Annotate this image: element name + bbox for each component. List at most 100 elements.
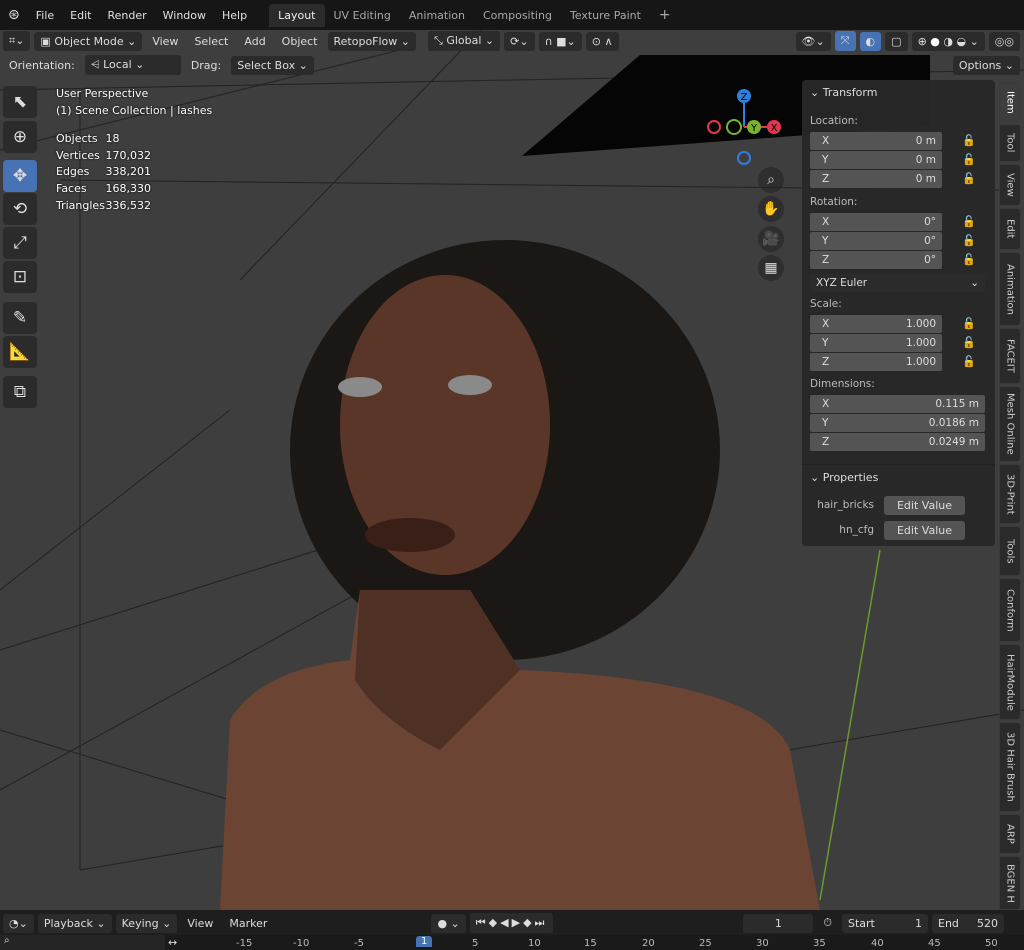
scale-y-field[interactable]: Y 1.000 [810, 334, 942, 352]
next-keyframe-icon[interactable]: ◆ [523, 916, 534, 929]
scale-z-field[interactable]: Z 1.000 [810, 353, 942, 371]
workspace-tab-uv-editing[interactable]: UV Editing [325, 4, 400, 27]
xray-toggle-icon[interactable]: ▢ [885, 31, 908, 51]
jump-end-icon[interactable]: ⏭ [535, 916, 548, 929]
sidebar-tab-conform[interactable]: Conform [999, 578, 1021, 642]
annotate-tool-icon[interactable]: ✎ [3, 302, 37, 334]
start-frame-field[interactable]: Start 1 [842, 913, 928, 933]
blender-logo-icon[interactable]: ⊛ [0, 7, 28, 23]
lock-icon[interactable]: 🔓 [962, 336, 976, 349]
add-workspace-button[interactable]: + [650, 2, 680, 28]
swap-arrows-icon[interactable]: ↔ [168, 936, 177, 949]
scale-x-field[interactable]: X 1.000 [810, 315, 942, 333]
edit-value-button[interactable]: Edit Value [884, 521, 965, 540]
pan-view-icon[interactable]: ✋ [758, 196, 784, 222]
playback-menu[interactable]: Playback ⌄ [37, 913, 112, 933]
gizmo-toggle-icon[interactable]: ⤧ [834, 31, 856, 51]
move-tool-icon[interactable]: ✥ [3, 160, 37, 192]
drag-select[interactable]: Select Box ⌄ [231, 55, 314, 75]
menu-view[interactable]: View [146, 32, 184, 51]
timeline-view-menu[interactable]: View [181, 914, 219, 933]
play-icon[interactable]: ▶ [512, 916, 523, 929]
menu-edit[interactable]: Edit [62, 9, 99, 22]
sidebar-tab-hairmodule[interactable]: HairModule [999, 644, 1021, 720]
lock-icon[interactable]: 🔓 [962, 172, 976, 185]
cursor-tool-icon[interactable]: ⊕ [3, 121, 37, 153]
select-tool-icon[interactable]: ⬉ [3, 86, 37, 118]
lock-icon[interactable]: 🔓 [962, 215, 976, 228]
sidebar-tab-item[interactable]: Item [999, 82, 1021, 122]
current-frame-indicator[interactable]: 1 [416, 936, 433, 947]
perspective-toggle-icon[interactable]: ▦ [758, 255, 784, 281]
rotation-z-field[interactable]: Z 0° [810, 251, 942, 269]
menu-select[interactable]: Select [188, 32, 234, 51]
prev-keyframe-icon[interactable]: ◆ [489, 916, 500, 929]
lock-icon[interactable]: 🔓 [962, 355, 976, 368]
retopoflow-menu[interactable]: RetopoFlow ⌄ [327, 31, 417, 51]
search-icon[interactable]: ⌕ [0, 935, 165, 950]
dimensions-z-field[interactable]: Z 0.0249 m [810, 433, 985, 451]
location-x-field[interactable]: X 0 m [810, 132, 942, 150]
sidebar-tab-3d-print[interactable]: 3D-Print [999, 464, 1021, 524]
rotation-x-field[interactable]: X 0° [810, 213, 942, 231]
menu-window[interactable]: Window [155, 9, 214, 22]
edit-value-button[interactable]: Edit Value [884, 496, 965, 515]
dimensions-x-field[interactable]: X 0.115 m [810, 395, 985, 413]
rotate-tool-icon[interactable]: ⟲ [3, 193, 37, 225]
rotation-mode-select[interactable]: XYZ Euler ⌄ [810, 274, 985, 292]
scale-tool-icon[interactable]: ⤢ [3, 227, 37, 259]
options-button[interactable]: Options ⌄ [952, 55, 1020, 75]
location-y-field[interactable]: Y 0 m [810, 151, 942, 169]
mode-select[interactable]: ▣ Object Mode ⌄ [34, 31, 143, 51]
menu-add[interactable]: Add [238, 32, 271, 51]
sidebar-tab-faceit[interactable]: FACEIT [999, 328, 1021, 384]
sidebar-tab-edit[interactable]: Edit [999, 208, 1021, 250]
stopwatch-icon[interactable]: ⏱ [817, 913, 838, 933]
workspace-tab-texture-paint[interactable]: Texture Paint [561, 4, 650, 27]
sidebar-tab-view[interactable]: View [999, 164, 1021, 206]
lock-icon[interactable]: 🔓 [962, 134, 976, 147]
sidebar-tab-mesh-online[interactable]: Mesh Online [999, 386, 1021, 462]
keying-menu[interactable]: Keying ⌄ [115, 913, 178, 933]
solid-shading-icon[interactable]: ● [930, 35, 940, 48]
properties-panel-header[interactable]: ⌄ Properties [802, 464, 995, 490]
playback-controls[interactable]: ⏮◆◀▶◆⏭ [469, 913, 554, 933]
transform-tool-icon[interactable]: ⊡ [3, 261, 37, 293]
jump-start-icon[interactable]: ⏮ [476, 916, 489, 929]
sidebar-tab-arp[interactable]: ARP [999, 814, 1021, 854]
transform-panel-header[interactable]: ⌄ Transform [802, 80, 995, 105]
overlay-toggle-icon[interactable]: ◐ [859, 31, 882, 51]
sidebar-tab-bgen[interactable]: BGEN H [999, 856, 1021, 910]
menu-render[interactable]: Render [99, 9, 154, 22]
sidebar-tab-animation[interactable]: Animation [999, 252, 1021, 326]
snap-icon[interactable]: ∩ ■⌄ [538, 31, 582, 51]
auto-keying-toggle-icon[interactable]: ● ⌄ [431, 913, 466, 933]
workspace-tab-compositing[interactable]: Compositing [474, 4, 561, 27]
end-frame-field[interactable]: End 520 [932, 913, 1004, 933]
lock-icon[interactable]: 🔓 [962, 253, 976, 266]
navigation-gizmo[interactable]: Z X Y [700, 85, 790, 165]
lock-icon[interactable]: 🔓 [962, 317, 976, 330]
measure-tool-icon[interactable]: 📐 [3, 336, 37, 368]
editor-type-button[interactable]: ⌗⌄ [3, 31, 31, 51]
play-reverse-icon[interactable]: ◀ [500, 916, 511, 929]
proportional-editing-icon[interactable]: ⊙ ∧ [585, 31, 619, 51]
lock-icon[interactable]: 🔓 [962, 153, 976, 166]
orientation-select[interactable]: ⩤ Local ⌄ [84, 55, 181, 75]
dimensions-y-field[interactable]: Y 0.0186 m [810, 414, 985, 432]
location-z-field[interactable]: Z 0 m [810, 170, 942, 188]
current-frame-field[interactable]: 1 [743, 913, 814, 933]
camera-view-icon[interactable]: 🎥 [758, 226, 784, 252]
visibility-icon[interactable]: 👁⌄ [795, 31, 831, 51]
rotation-y-field[interactable]: Y 0° [810, 232, 942, 250]
transform-orientation-select[interactable]: ⤡ Global ⌄ [428, 31, 501, 51]
workspace-tab-animation[interactable]: Animation [400, 4, 474, 27]
timeline-editor-type-icon[interactable]: ◔⌄ [3, 913, 34, 933]
workspace-tab-layout[interactable]: Layout [269, 3, 325, 27]
render-engine-icons[interactable]: ◎◎ [988, 31, 1020, 51]
marker-menu[interactable]: Marker [223, 914, 273, 933]
sidebar-tab-tools[interactable]: Tools [999, 526, 1021, 576]
menu-help[interactable]: Help [214, 9, 255, 22]
menu-object[interactable]: Object [276, 32, 324, 51]
shading-modes[interactable]: ⊕ ● ◑ ◒ ⌄ [911, 31, 985, 51]
